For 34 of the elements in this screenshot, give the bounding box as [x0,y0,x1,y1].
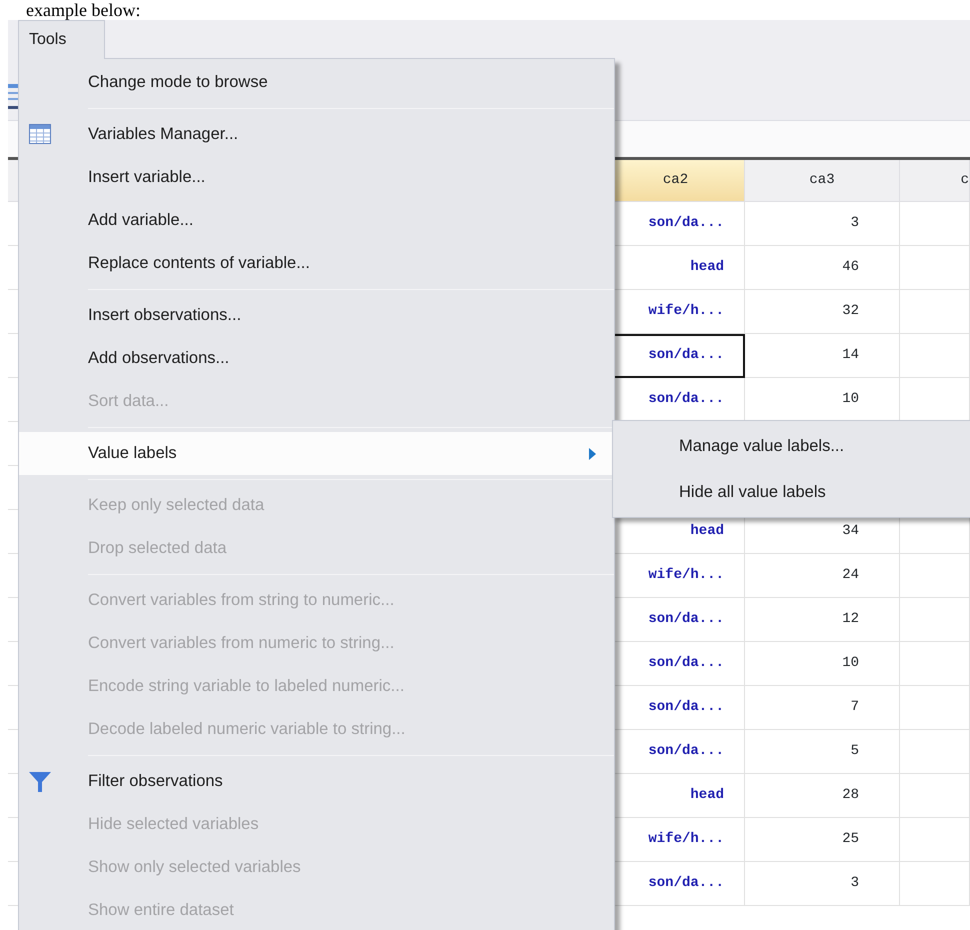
filter-icon [29,771,51,793]
column-header[interactable]: ca3 [745,160,900,202]
menu-item[interactable]: Value labels [19,432,614,475]
table-cell: 32 [745,290,900,334]
submenu-arrow-icon [589,448,596,460]
table-cell [900,290,970,334]
table-cell [900,774,970,818]
table-cell: 5 [745,730,900,774]
submenu-item[interactable]: Manage value labels... [613,423,970,469]
intro-text: example below: [25,0,142,20]
menu-item[interactable]: Change mode to browse [19,61,614,104]
table-cell: 7 [745,686,900,730]
table-cell: 46 [745,246,900,290]
table-cell: 28 [745,774,900,818]
menu-item[interactable]: Variables Manager... [19,113,614,156]
table-cell [900,246,970,290]
table-cell: 25 [745,818,900,862]
table-cell: 10 [745,642,900,686]
table-cell [900,642,970,686]
table-cell [900,598,970,642]
table-cell [900,862,970,906]
table-cell: 3 [745,862,900,906]
table-cell: 24 [745,554,900,598]
table-cell: 3 [745,202,900,246]
table-cell [900,730,970,774]
table-cell [900,818,970,862]
table-cell: 12 [745,598,900,642]
table-cell [900,202,970,246]
table-cell [900,686,970,730]
table-cell: 14 [745,334,900,378]
column-header[interactable]: c [900,160,970,202]
menu-tab[interactable]: Tools [18,20,105,59]
table-icon [29,124,51,144]
table-cell [900,554,970,598]
